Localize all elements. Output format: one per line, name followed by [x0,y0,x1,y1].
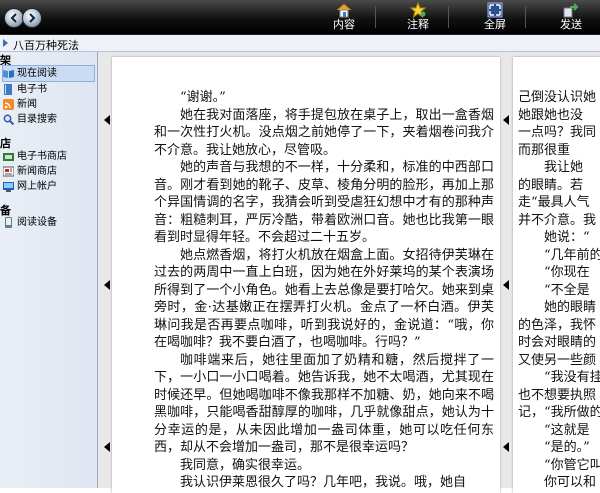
sidebar-item-label: 新闻 [17,99,37,110]
toolbar-button-send[interactable]: 发送 [555,2,587,32]
breadcrumb: 八百万种死法 [0,35,600,52]
reader-area: “谢谢。” 她在我对面落座，将手提包放在桌子上，取出一盒香烟和一次性打火机。没点… [98,52,600,493]
paragraph-line: 并不介意。我 [518,212,597,228]
arrow-left-icon [10,13,17,23]
sidebar-item-ebook-store[interactable]: 电子书商店 [3,149,95,164]
divider [448,6,449,28]
paragraph-line: 我让她 [544,160,584,175]
paragraph: 她点燃香烟，将打火机放在烟盒上面。女招待伊芙琳在过去的两周中一直上白班，因为她在… [154,247,494,351]
sidebar-item-news-store[interactable]: 新闻商店 [3,164,95,179]
sidebar-item-label: 新闻商店 [17,166,57,177]
paragraph-line: 你可以和 [544,475,597,490]
device-icon [5,217,12,228]
sidebar-item-online-account[interactable]: 网上帐户 [3,179,95,194]
divider [525,6,526,28]
star-icon [409,1,427,19]
book-open-icon [3,70,14,78]
arrow-right-icon [29,13,36,23]
page-marker[interactable] [503,280,509,290]
toolbar-button-contents[interactable]: 内容 [328,2,360,32]
toolbar-label: 注释 [407,18,429,31]
paragraph-line: 一点吗？我同 [518,125,597,140]
paragraph-line: 她的眼睛 [544,300,597,315]
paragraph-line: 己倒没认识她 [518,90,597,105]
toolbar-label: 全屏 [484,18,506,31]
page-marker[interactable] [503,115,509,125]
paragraph-line: “你现在 [544,265,590,280]
chevron-right-icon[interactable] [2,38,10,48]
page-text: “谢谢。” 她在我对面落座，将手提包放在桌子上，取出一盒香烟和一次性打火机。没点… [154,89,494,492]
paragraph-line: 也不想要执照 [518,387,597,403]
toolbar-button-fullscreen[interactable]: 全屏 [479,2,511,32]
paragraph-line: “你管它叫 [544,457,600,473]
page-right[interactable]: 己倒没认识她 她跟她也没一点吗？我同 而那很重我让她的眼睛。若走“最具人气 并不介意。… [513,57,600,493]
sidebar-item-ebooks[interactable]: 电子书 [3,82,95,97]
paragraph-line: 的眼睛。若 [518,177,584,193]
paragraph: 我同意，确实很幸运。 [180,457,311,473]
book-icon [4,84,12,95]
paragraph-line: 她说：“ [544,230,590,245]
sidebar-item-news[interactable]: 新闻 [3,97,95,112]
search-icon [3,114,14,125]
sidebar-item-label: 电子书商店 [17,151,67,162]
forward-button[interactable] [22,8,42,28]
toolbar-label: 内容 [333,18,355,31]
sidebar-item-label: 网上帐户 [17,181,57,192]
paragraph-line: “我没有挂 [544,370,600,385]
book-title: 八百万种死法 [13,39,79,52]
sidebar-item-label: 电子书 [17,84,47,95]
paragraph-line: “几年前的 [544,247,600,263]
paragraph-line: 而那很重 [518,142,571,158]
paragraph-line: “是的。” [544,440,590,455]
paragraph-line: 她跟她也没 [518,107,584,123]
page-marker[interactable] [104,115,110,125]
page-marker[interactable] [104,280,110,290]
paragraph: 咖啡端来后，她往里面加了奶精和糖，然后搅拌了一下，一小口一小口喝着。她告诉我，她… [154,352,494,456]
toolbar-label: 发送 [560,18,582,31]
page-left[interactable]: “谢谢。” 她在我对面落座，将手提包放在桌子上，取出一盒香烟和一次性打火机。没点… [112,57,500,493]
news-store-icon [3,166,14,177]
paragraph-line: 走“最具人气 [518,195,590,210]
sidebar-item-label: 阅读设备 [17,217,57,228]
paragraph-line: 时会对眼睛的 [518,335,597,350]
page-marker[interactable] [503,442,509,452]
paragraph-line: 又使另一些颜 [518,352,597,368]
send-icon [562,2,580,18]
paragraph-line: “不全是 [544,282,590,298]
sidebar-item-catalog-search[interactable]: 目录搜索 [3,112,95,127]
paragraph-line: “这就是 [544,422,590,438]
page-marker[interactable] [104,442,110,452]
house-icon [335,2,353,18]
store-icon [3,153,14,161]
sidebar-item-now-reading[interactable]: 现在阅读 [2,65,95,82]
paragraph-line: 的色泽，我怀 [518,317,597,333]
sidebar-item-label: 目录搜索 [17,114,57,125]
paragraph: 她在我对面落座，将手提包放在桌子上，取出一盒香烟和一次性打火机。没点烟之前她停了… [154,107,494,158]
sidebar-item-reading-device[interactable]: 阅读设备 [3,215,95,230]
paragraph: “谢谢。” [180,90,226,105]
toolbar: 内容 注释 全屏 发送 [0,0,600,35]
paragraph: 我认识伊莱恩很久了吗？几年吧，我说。哦，她自 [180,475,467,490]
page-text: 己倒没认识她 她跟她也没一点吗？我同 而那很重我让她的眼睛。若走“最具人气 并不介意。… [518,89,600,492]
toolbar-button-notes[interactable]: 注释 [402,1,434,32]
fullscreen-icon [486,2,504,18]
back-button[interactable] [4,8,24,28]
sidebar: 架 现在阅读 电子书 新闻 目录搜索 店 电子书商店 新闻商店 网上帐户 备 阅… [0,52,98,488]
sidebar-item-label: 现在阅读 [17,68,57,79]
rss-icon [3,99,14,110]
paragraph-line: 记，“我所做的 [518,405,600,420]
divider [375,6,376,28]
paragraph: 她的声音与我想的不一样，十分柔和，标准的中西部口音。刚才看到她的靴子、皮草、棱角… [154,160,494,245]
account-icon [3,182,14,192]
